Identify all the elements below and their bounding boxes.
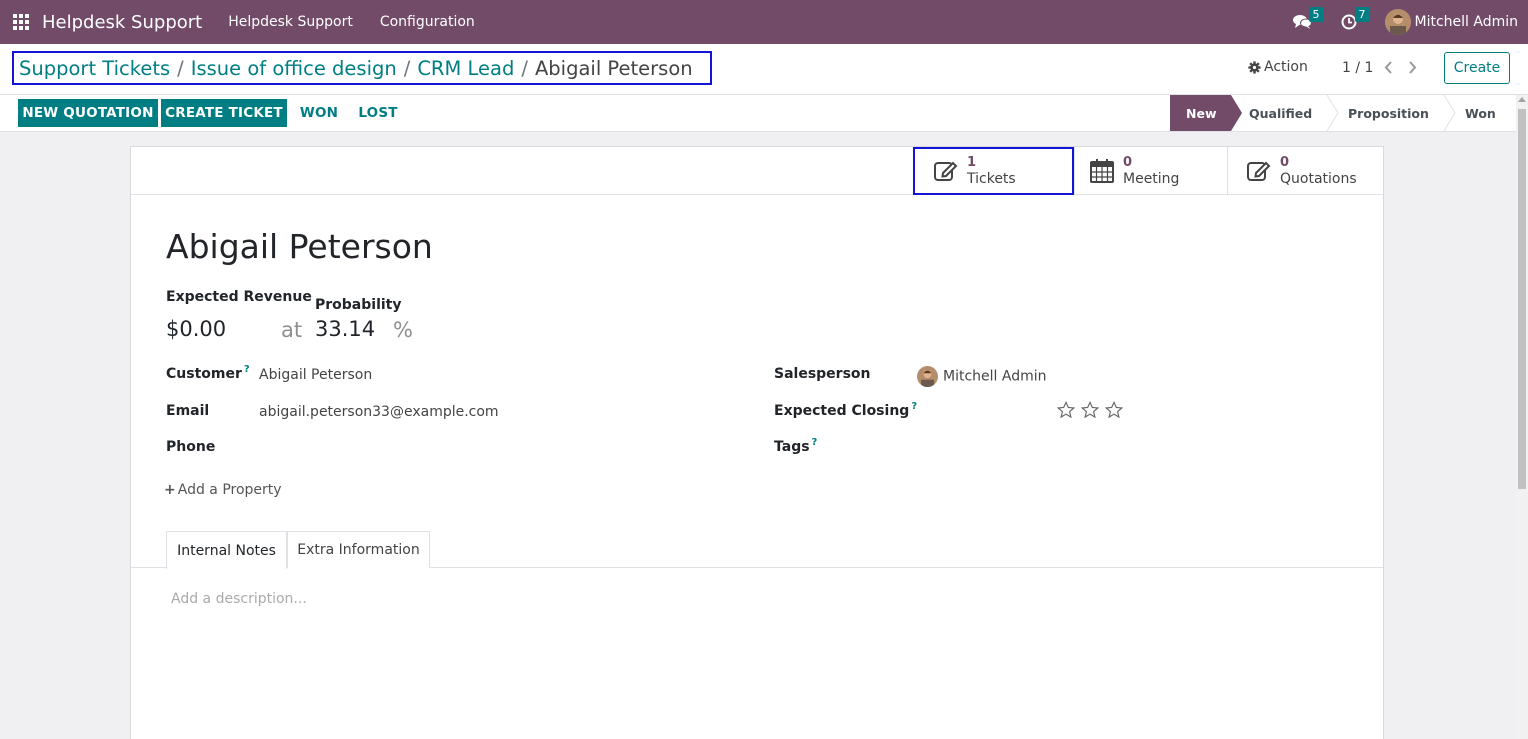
breadcrumb-separator: / [403,56,411,80]
stage-proposition[interactable]: Proposition [1327,95,1456,131]
at-label: at [281,318,303,342]
plus-icon: + [164,482,176,498]
tickets-label: Tickets [967,171,1016,187]
stage-qualified[interactable]: Qualified [1231,95,1339,131]
notebook-tabs: Internal Notes Extra Information [131,531,1383,569]
smart-button-box: 1 Tickets 0 Meeting 0 Quotations [131,147,1383,195]
meeting-label: Meeting [1123,171,1180,187]
calendar-icon [1090,159,1114,183]
quotations-smart-button[interactable]: 0 Quotations [1227,147,1383,195]
menu-helpdesk-support[interactable]: Helpdesk Support [228,14,353,30]
page-scrollbar[interactable] [1516,95,1528,739]
percent-sign: % [393,318,413,342]
email-field[interactable]: abigail.peterson33@example.com [259,404,499,420]
breadcrumb-separator: / [521,56,528,80]
probability-label: Probability [315,297,402,313]
top-navbar: Helpdesk Support Helpdesk Support Config… [0,0,1528,44]
user-name: Mitchell Admin [1414,14,1519,30]
pager-next-button[interactable] [1404,57,1420,77]
salesperson-name: Mitchell Admin [943,368,1047,385]
messages-badge: 5 [1308,7,1324,22]
menu-configuration[interactable]: Configuration [380,14,475,30]
stage-label: New [1186,105,1217,121]
lead-name[interactable]: Abigail Peterson [166,227,433,266]
chevron-right-icon [1408,60,1416,74]
meeting-smart-button[interactable]: 0 Meeting [1074,147,1227,195]
breadcrumb-current: Abigail Peterson [534,56,693,80]
priority-widget [1057,401,1129,419]
scroll-up-arrow[interactable] [1518,97,1526,102]
activities-badge: 7 [1354,7,1370,22]
breadcrumb-separator: / [177,56,184,80]
messages-button[interactable]: 5 [1293,7,1324,32]
meeting-count: 0 [1123,155,1133,170]
customer-field[interactable]: Abigail Peterson [259,367,372,383]
stage-label: Proposition [1348,105,1429,121]
quotations-count: 0 [1280,155,1290,170]
stage-pipeline: New Qualified Proposition Won [1170,95,1516,131]
breadcrumb-support-tickets[interactable]: Support Tickets [19,57,170,80]
expected-revenue-label: Expected Revenue [166,289,312,305]
phone-label: Phone [166,439,216,455]
stage-label: Won [1465,105,1496,121]
statusbar: New Quotation Create Ticket Won Lost New… [0,95,1528,132]
breadcrumb-crm-lead[interactable]: CRM Lead [417,57,514,80]
edit-icon [934,161,958,181]
app-menu-icon[interactable] [13,14,29,30]
quotations-label: Quotations [1280,171,1357,187]
probability-field[interactable]: 33.14 [315,317,375,341]
tab-extra-information[interactable]: Extra Information [287,531,430,568]
activities-button[interactable]: 7 [1339,7,1370,32]
won-button[interactable]: Won [293,99,345,127]
action-label: Action [1264,59,1308,75]
tags-field[interactable] [917,439,1217,457]
tags-label: Tags? [774,437,818,455]
description-editor[interactable]: Add a description... [171,591,307,607]
star-icon[interactable] [1057,401,1075,419]
control-panel: Support Tickets / Issue of office design… [0,44,1528,95]
salesperson-field[interactable]: Mitchell Admin [917,366,1047,387]
add-property-button[interactable]: + Add a Property [164,482,282,498]
avatar [1384,9,1411,35]
app-name[interactable]: Helpdesk Support [42,12,202,33]
scroll-thumb[interactable] [1518,109,1526,489]
expected-revenue-field[interactable]: $0.00 [166,317,226,341]
breadcrumb-ticket[interactable]: Issue of office design [191,57,397,80]
pager-previous-button[interactable] [1380,57,1396,77]
email-label: Email [166,403,210,419]
star-icon[interactable] [1105,401,1123,419]
create-button[interactable]: Create [1444,52,1510,84]
avatar [917,366,938,387]
help-tooltip-icon[interactable]: ? [812,437,818,448]
tickets-smart-button[interactable]: 1 Tickets [913,147,1074,195]
phone-field[interactable] [259,439,559,457]
stage-label: Qualified [1249,105,1313,121]
customer-label: Customer? [166,364,250,382]
star-icon[interactable] [1081,401,1099,419]
add-property-label: Add a Property [177,482,282,498]
lost-button[interactable]: Lost [352,99,404,127]
help-tooltip-icon[interactable]: ? [244,364,250,375]
form-sheet: 1 Tickets 0 Meeting 0 Quotations Abigail… [130,146,1384,739]
expected-closing-label: Expected Closing? [774,401,918,419]
gear-icon [1248,60,1261,74]
action-menu-button[interactable]: Action [1248,59,1308,75]
salesperson-label: Salesperson [774,366,871,382]
tab-internal-notes[interactable]: Internal Notes [166,531,287,569]
chevron-left-icon [1384,60,1392,74]
stage-new[interactable]: New [1170,95,1242,131]
expected-closing-field[interactable] [917,403,1037,421]
breadcrumb: Support Tickets / Issue of office design… [12,51,712,85]
edit-icon [1247,161,1271,181]
new-quotation-button[interactable]: New Quotation [18,99,158,127]
tickets-count: 1 [967,155,977,170]
pager-value[interactable]: 1 / 1 [1342,60,1373,76]
user-menu[interactable]: Mitchell Admin [1384,9,1519,35]
create-ticket-button[interactable]: Create Ticket [161,99,287,127]
